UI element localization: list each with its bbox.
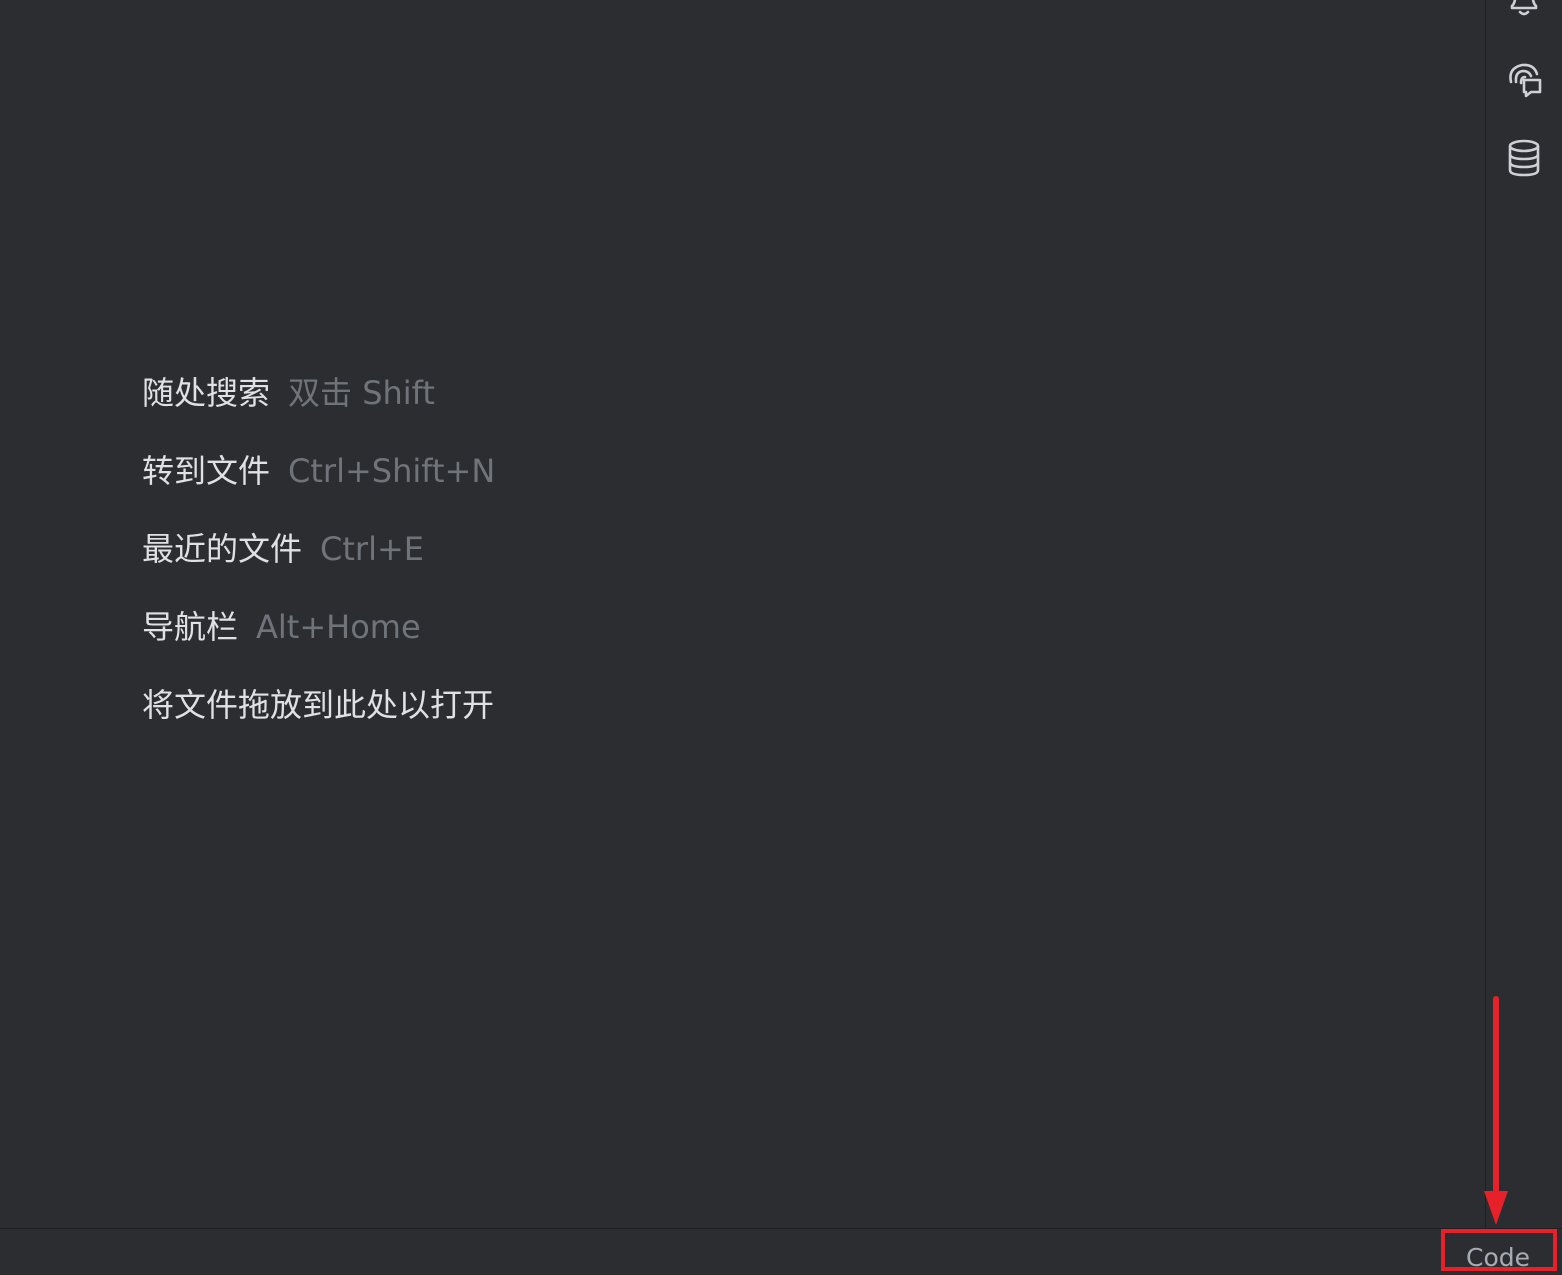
- status-widget-code[interactable]: Code: [1466, 1241, 1530, 1275]
- hint-action[interactable]: 最近的文件: [142, 530, 302, 568]
- bell-icon: [1510, 0, 1538, 16]
- hint-drop-files: 将文件拖放到此处以打开: [142, 682, 495, 760]
- database-button[interactable]: [1504, 138, 1544, 178]
- hint-shortcut: Ctrl+E: [320, 530, 424, 568]
- hint-search-everywhere: 随处搜索 双击 Shift: [142, 370, 495, 448]
- ai-assistant-button[interactable]: [1504, 60, 1544, 100]
- hint-recent-files: 最近的文件 Ctrl+E: [142, 526, 495, 604]
- hint-action: 将文件拖放到此处以打开: [142, 686, 495, 724]
- hint-go-to-file: 转到文件 Ctrl+Shift+N: [142, 448, 495, 526]
- hint-shortcut: 双击 Shift: [288, 374, 435, 412]
- empty-editor-hints: 随处搜索 双击 Shift 转到文件 Ctrl+Shift+N 最近的文件 Ctrl+…: [142, 370, 495, 760]
- right-tool-window-stripe: [1485, 0, 1562, 1228]
- hint-navigation-bar: 导航栏 Alt+Home: [142, 604, 495, 682]
- hint-shortcut: Alt+Home: [256, 608, 421, 646]
- status-bar: Code: [0, 1228, 1562, 1275]
- notifications-button[interactable]: [1504, 0, 1544, 18]
- editor-empty-area[interactable]: 随处搜索 双击 Shift 转到文件 Ctrl+Shift+N 最近的文件 Ctrl+…: [0, 0, 1485, 1228]
- ide-window: 随处搜索 双击 Shift 转到文件 Ctrl+Shift+N 最近的文件 Ctrl+…: [0, 0, 1562, 1275]
- database-icon: [1508, 139, 1540, 177]
- hint-action[interactable]: 转到文件: [142, 452, 270, 490]
- hint-action[interactable]: 导航栏: [142, 608, 238, 646]
- hint-action[interactable]: 随处搜索: [142, 374, 270, 412]
- ai-assistant-chat-icon: [1509, 63, 1542, 98]
- hint-shortcut: Ctrl+Shift+N: [288, 452, 496, 490]
